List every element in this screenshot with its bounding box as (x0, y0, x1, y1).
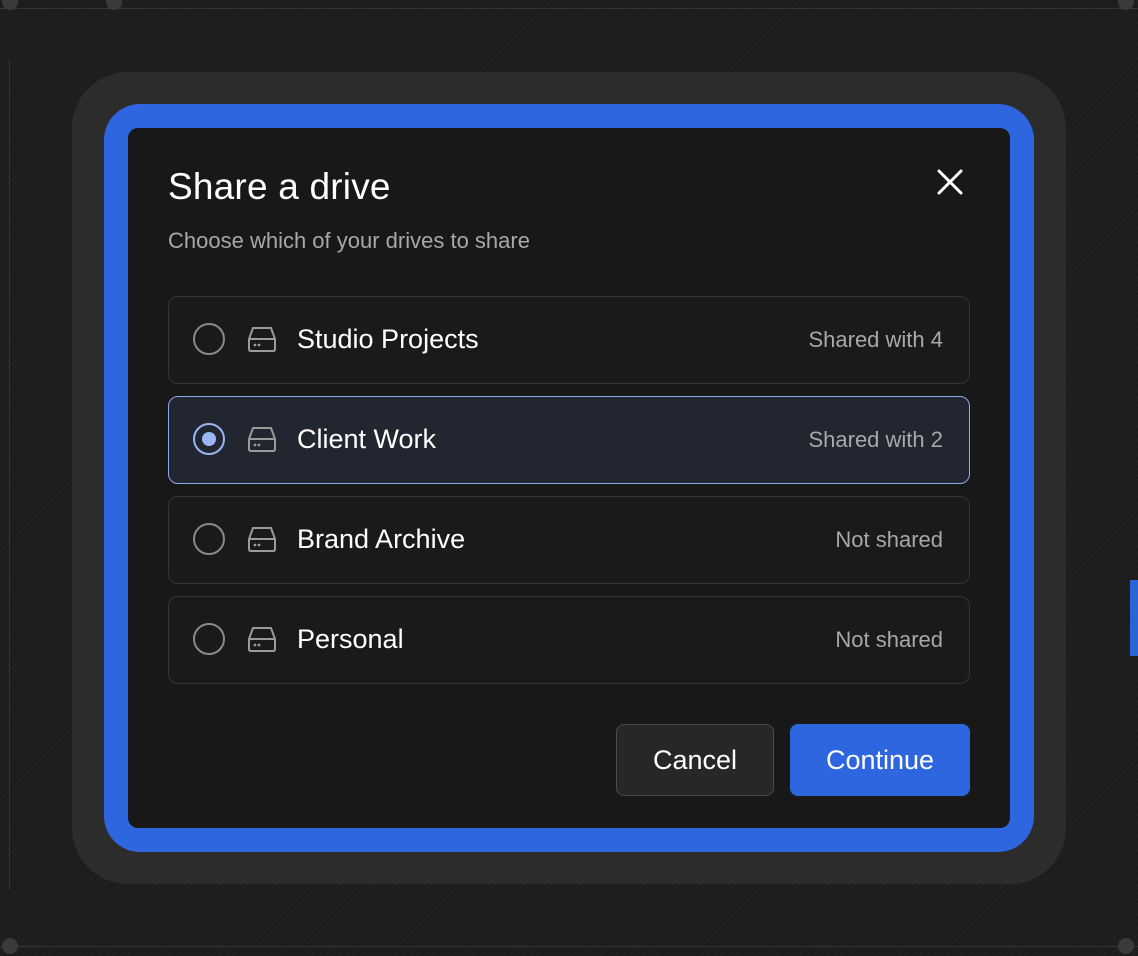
corner-marker-icon (2, 938, 18, 954)
corner-marker-icon (1118, 938, 1134, 954)
drive-option[interactable]: Client Work Shared with 2 (168, 396, 970, 484)
radio-button[interactable] (193, 523, 225, 555)
hard-drive-icon (248, 527, 276, 552)
drive-name: Client Work (297, 424, 437, 454)
drive-share-status: Shared with 2 (808, 427, 943, 452)
background-divider (0, 946, 1138, 947)
drive-option[interactable]: Studio Projects Shared with 4 (168, 296, 970, 384)
background-divider (0, 8, 1138, 9)
radio-button[interactable] (193, 323, 225, 355)
drive-share-status: Shared with 4 (808, 327, 943, 352)
radio-dot (202, 432, 216, 446)
continue-button[interactable]: Continue (790, 724, 970, 796)
radio-button[interactable] (193, 623, 225, 655)
drive-option[interactable]: Brand Archive Not shared (168, 496, 970, 584)
drive-share-status: Not shared (835, 627, 943, 652)
close-icon (937, 169, 963, 195)
share-drive-dialog: Share a drive Choose which of your drive… (128, 128, 1010, 828)
hard-drive-icon (248, 427, 276, 452)
background-accent-bar (1130, 580, 1138, 656)
cancel-button[interactable]: Cancel (616, 724, 774, 796)
radio-button[interactable] (193, 423, 225, 455)
background-divider (9, 60, 10, 890)
drive-share-status: Not shared (835, 527, 943, 552)
drive-list: Studio Projects Shared with 4 Client Wor… (168, 296, 970, 696)
dialog-subtitle: Choose which of your drives to share (168, 228, 530, 253)
hard-drive-icon (248, 627, 276, 652)
dialog-title: Share a drive (168, 166, 391, 207)
hard-drive-icon (248, 327, 276, 352)
drive-name: Studio Projects (297, 324, 479, 354)
drive-name: Brand Archive (297, 524, 466, 554)
drive-option[interactable]: Personal Not shared (168, 596, 970, 684)
drive-name: Personal (297, 624, 404, 654)
close-button[interactable] (932, 164, 968, 200)
